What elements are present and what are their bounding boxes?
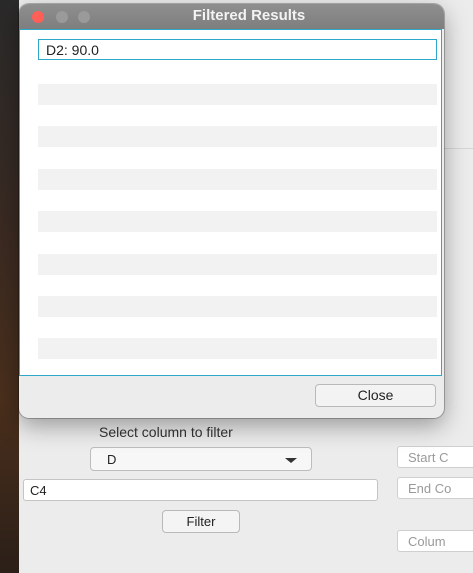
filtered-results-dialog: Filtered Results D2: 90.0 Close — [19, 4, 444, 418]
column-dropdown[interactable]: D — [90, 447, 312, 471]
list-row-empty — [38, 211, 437, 232]
chevron-down-icon — [285, 458, 297, 463]
column-dropdown-value: D — [107, 452, 117, 467]
filter-value-input[interactable]: C4 — [23, 479, 378, 501]
list-item[interactable]: D2: 90.0 — [38, 39, 437, 60]
list-row-empty — [38, 169, 437, 190]
end-cell-field[interactable]: End Co — [397, 477, 473, 499]
select-column-label: Select column to filter — [99, 424, 233, 440]
list-row-empty — [38, 126, 437, 147]
desktop-background — [0, 0, 19, 573]
list-row-empty — [38, 296, 437, 317]
close-button[interactable]: Close — [315, 384, 436, 407]
column-field[interactable]: Colum — [397, 530, 473, 552]
dialog-title: Filtered Results — [192, 7, 306, 24]
list-row-empty — [38, 254, 437, 275]
start-cell-field[interactable]: Start C — [397, 446, 473, 468]
list-item-text: D2: 90.0 — [46, 42, 99, 58]
list-row-empty — [38, 84, 437, 105]
list-row-empty — [38, 338, 437, 359]
filter-button[interactable]: Filter — [162, 510, 240, 533]
dialog-titlebar[interactable]: Filtered Results — [19, 4, 444, 29]
results-list[interactable]: D2: 90.0 — [19, 29, 442, 376]
